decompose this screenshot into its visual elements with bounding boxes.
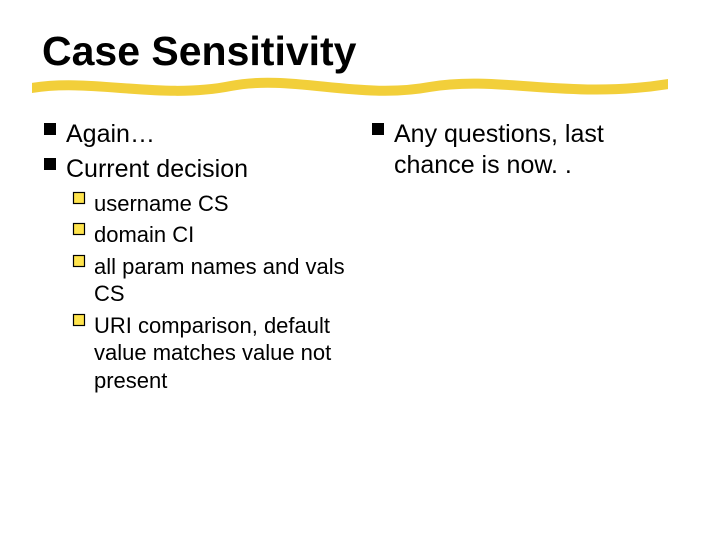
bullet-current-decision: Current decision	[42, 154, 350, 185]
square-outline-bullet-icon	[72, 313, 94, 327]
bullet-domain-ci: domain CI	[72, 221, 350, 249]
slide-title: Case Sensitivity	[42, 28, 678, 75]
slide: Case Sensitivity Again… Current decision	[0, 0, 720, 540]
square-bullet-icon	[370, 121, 394, 137]
square-bullet-icon	[42, 156, 66, 172]
bullet-text: domain CI	[94, 221, 194, 249]
square-outline-bullet-icon	[72, 254, 94, 268]
bullet-text: Current decision	[66, 154, 248, 185]
bullet-any-questions: Any questions, last chance is now. .	[370, 119, 678, 182]
square-outline-bullet-icon	[72, 191, 94, 205]
bullet-again: Again…	[42, 119, 350, 150]
columns: Again… Current decision username CS doma…	[42, 115, 678, 398]
bullet-text: all param names and vals CS	[94, 253, 350, 308]
title-underline	[32, 76, 668, 102]
bullet-text: Again…	[66, 119, 155, 150]
square-bullet-icon	[42, 121, 66, 137]
bullet-username-cs: username CS	[72, 190, 350, 218]
bullet-uri-comparison: URI comparison, default value matches va…	[72, 312, 350, 395]
bullet-text: Any questions, last chance is now. .	[394, 119, 678, 182]
bullet-param-names: all param names and vals CS	[72, 253, 350, 308]
bullet-text: URI comparison, default value matches va…	[94, 312, 350, 395]
title-block: Case Sensitivity	[42, 28, 678, 75]
left-column: Again… Current decision username CS doma…	[42, 115, 350, 398]
square-outline-bullet-icon	[72, 222, 94, 236]
right-column: Any questions, last chance is now. .	[370, 115, 678, 398]
bullet-text: username CS	[94, 190, 229, 218]
